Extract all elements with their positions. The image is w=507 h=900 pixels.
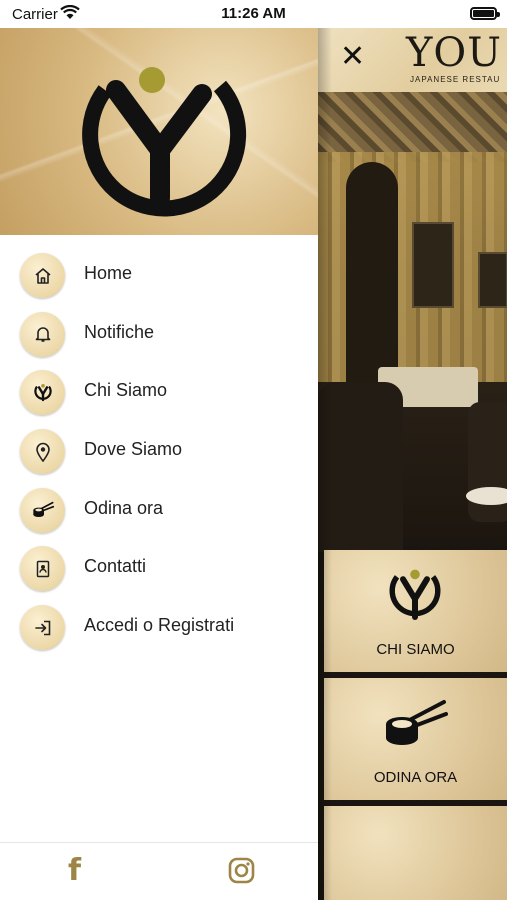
menu-item-contatti[interactable]: Contatti — [0, 543, 318, 602]
tile-chi-siamo[interactable]: CHI SIAMO — [324, 550, 507, 672]
drawer-header — [0, 28, 318, 235]
side-drawer: Home Notifiche Chi Siamo Dove Siamo Odin… — [0, 28, 318, 900]
tile-label: CHI SIAMO — [376, 641, 455, 658]
bell-icon — [20, 311, 65, 357]
drawer-footer: f — [0, 842, 318, 900]
location-pin-icon — [20, 429, 65, 475]
drawer-shadow — [318, 28, 332, 900]
drawer-menu: Home Notifiche Chi Siamo Dove Siamo Odin… — [0, 250, 318, 661]
brand-title: YOU — [406, 30, 502, 76]
sushi-chopsticks-icon — [386, 700, 448, 745]
menu-item-label: Dove Siamo — [84, 439, 183, 460]
tile-odina-ora[interactable]: ODINA ORA — [324, 678, 507, 800]
facebook-icon[interactable]: f — [68, 853, 81, 888]
menu-item-dove-siamo[interactable]: Dove Siamo — [0, 426, 318, 485]
menu-item-label: Notifiche — [84, 321, 155, 342]
menu-item-notifiche[interactable]: Notifiche — [0, 309, 318, 368]
menu-item-odina-ora[interactable]: Odina ora — [0, 485, 318, 544]
app-header: ✕ YOU JAPANESE RESTAU — [318, 28, 507, 92]
sushi-chopsticks-icon — [20, 487, 65, 533]
menu-item-chi-siamo[interactable]: Chi Siamo — [0, 367, 318, 426]
clock: 11:26 AM — [221, 5, 286, 22]
main-screen: ✕ YOU JAPANESE RESTAU CHI SIAMO ODINA OR… — [318, 28, 507, 900]
logo-icon — [389, 569, 441, 620]
menu-item-label: Chi Siamo — [84, 380, 168, 401]
home-icon — [20, 253, 65, 298]
logo-icon — [20, 370, 65, 416]
tile-next[interactable] — [324, 806, 507, 900]
menu-item-label: Home — [84, 263, 133, 283]
brand-subtitle: JAPANESE RESTAU — [410, 75, 501, 84]
instagram-icon[interactable] — [228, 857, 255, 884]
menu-item-label: Accedi o Registrati — [84, 615, 235, 636]
contact-book-icon — [20, 546, 65, 592]
menu-item-label: Contatti — [84, 556, 147, 577]
restaurant-photo — [318, 92, 507, 552]
close-drawer-button[interactable]: ✕ — [340, 42, 365, 72]
status-bar: Carrier 11:26 AM — [0, 0, 507, 28]
battery-icon — [470, 7, 500, 20]
restaurant-logo — [82, 67, 247, 217]
tile-label: ODINA ORA — [373, 769, 458, 786]
menu-item-accedi[interactable]: Accedi o Registrati — [0, 602, 318, 661]
login-icon — [20, 605, 65, 651]
menu-item-label: Odina ora — [84, 497, 164, 518]
menu-item-home[interactable]: Home — [0, 250, 318, 309]
